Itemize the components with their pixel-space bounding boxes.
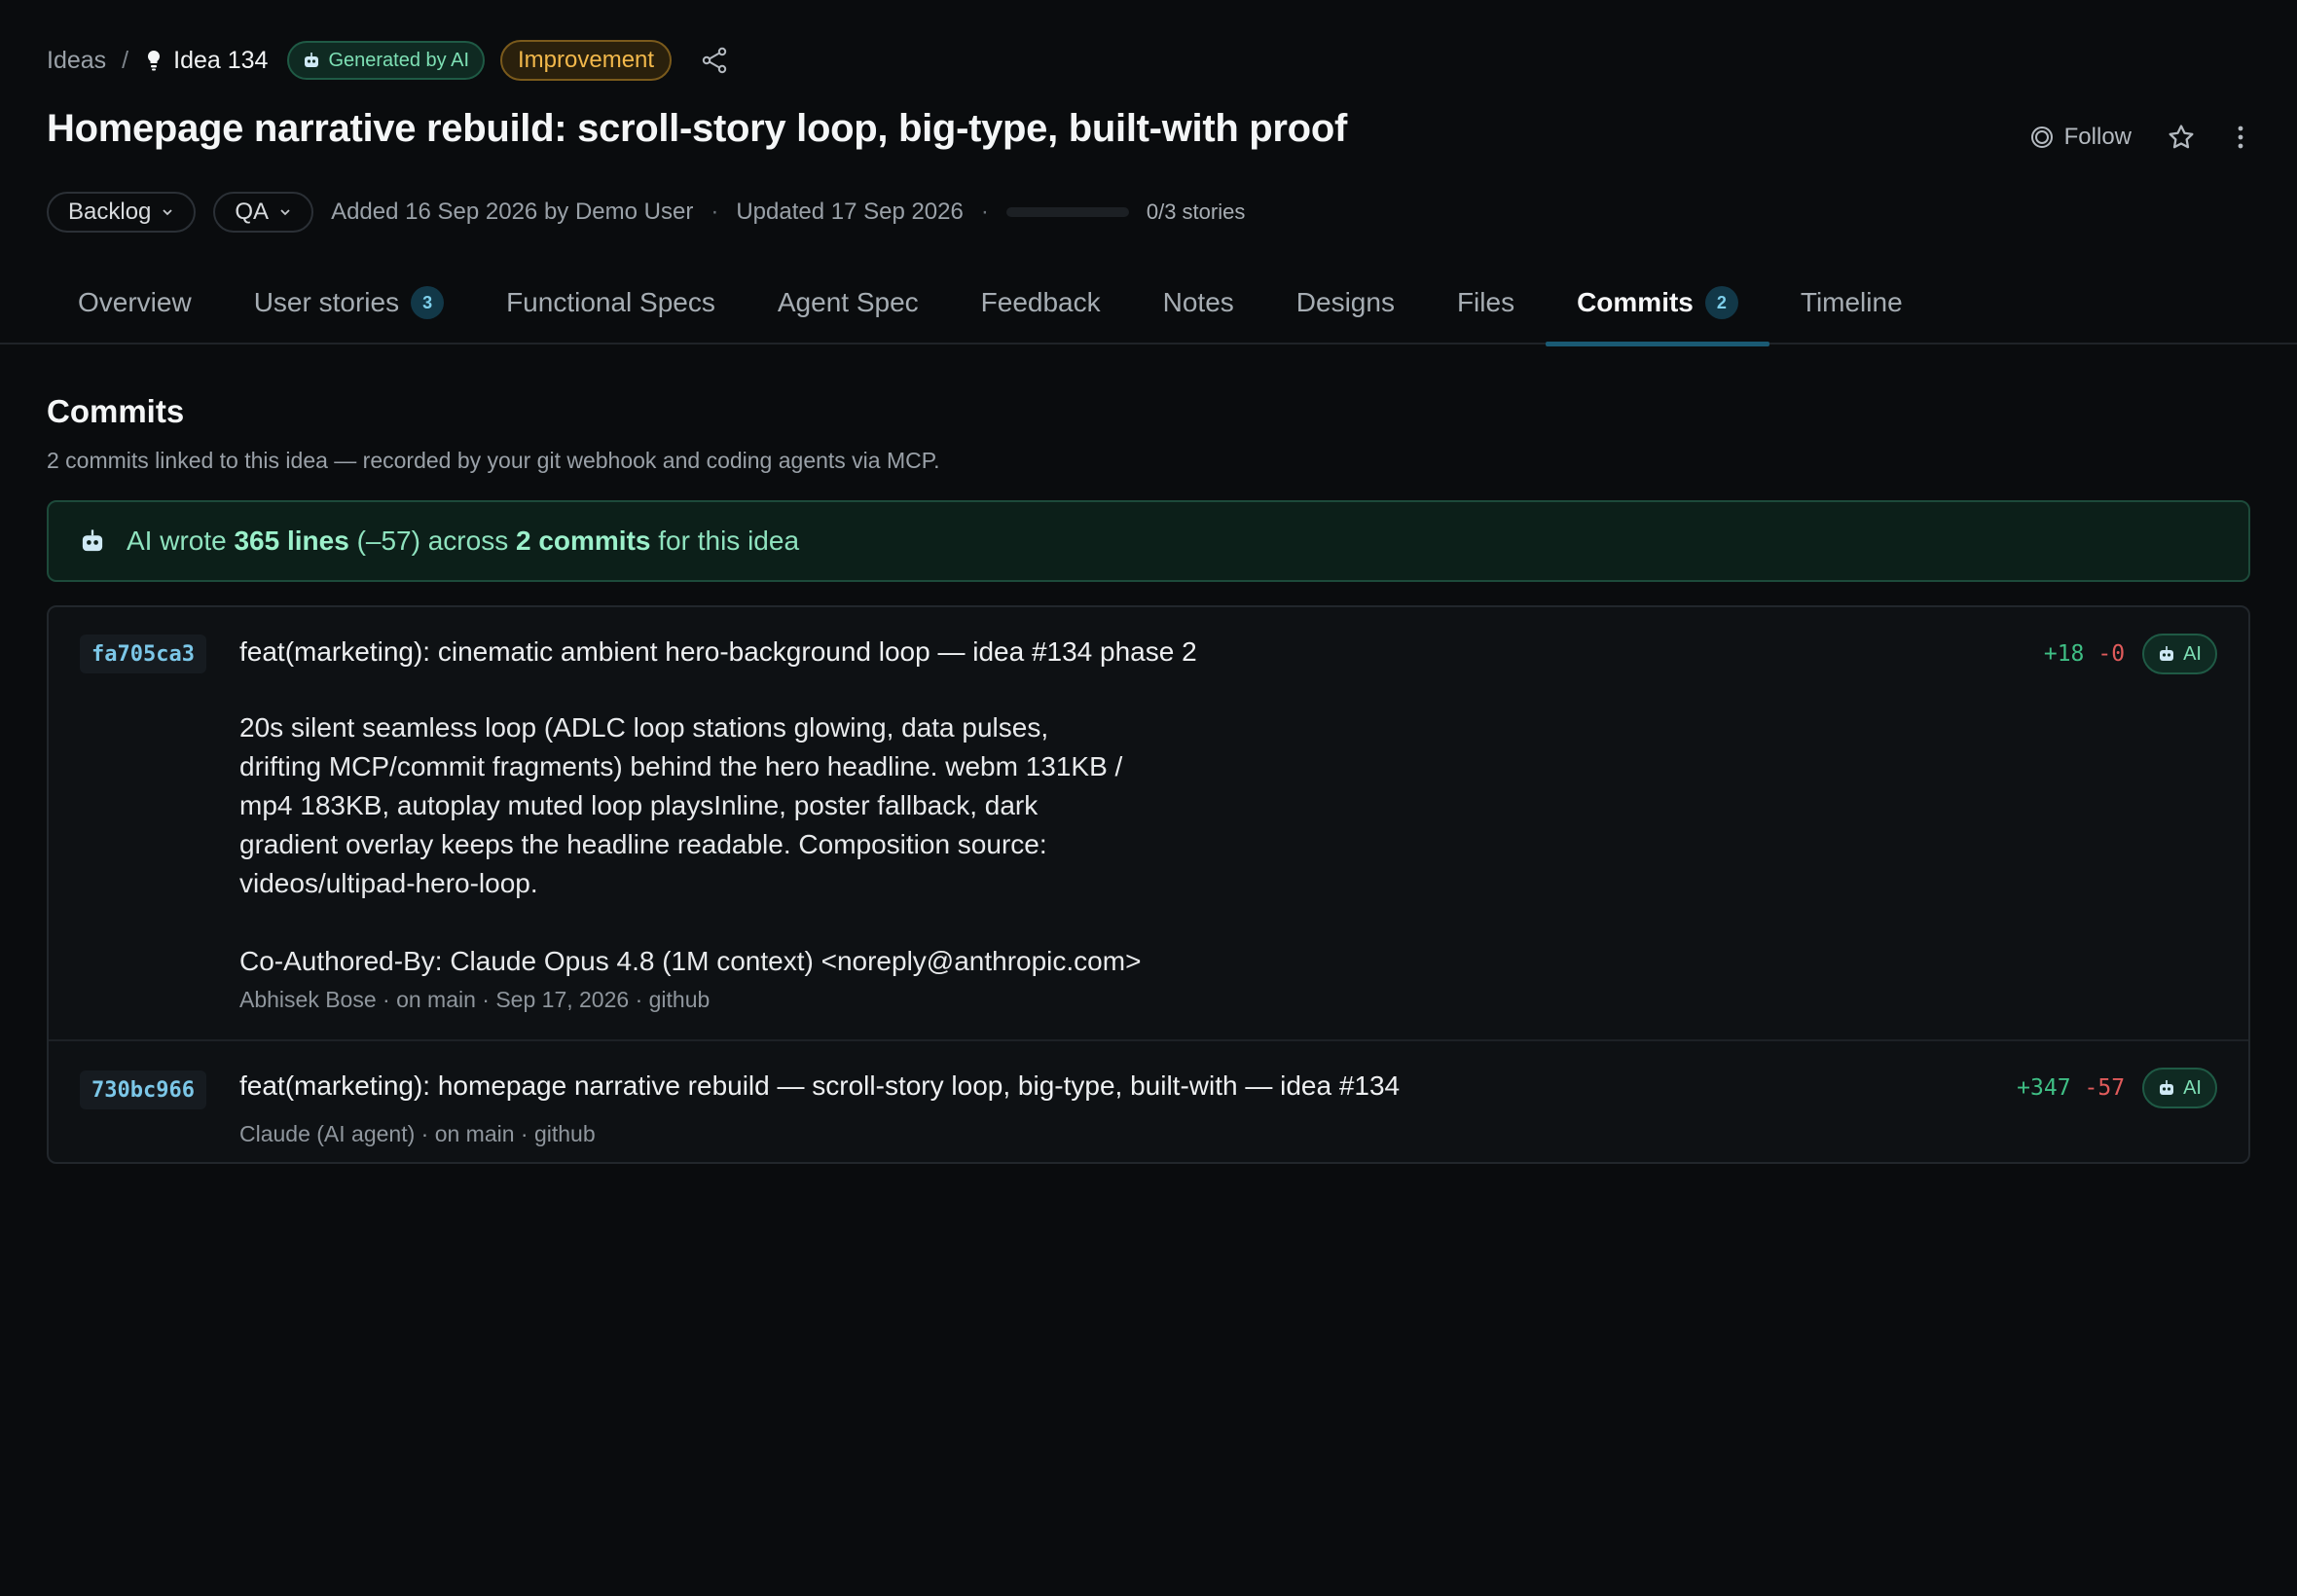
chevron-down-icon xyxy=(280,209,290,216)
commit-stats: +347 -57 AI xyxy=(2017,1067,2217,1109)
idea-meta-row: Backlog QA Added 16 Sep 2026 by Demo Use… xyxy=(47,191,1245,234)
ai-summary-commits: 2 commits xyxy=(515,526,651,556)
ai-commit-badge: AI xyxy=(2142,1068,2217,1108)
commit-byline: Claude (AI agent) · on main · github xyxy=(239,1121,596,1146)
tab-label: Commits xyxy=(1577,287,1694,317)
commit-row[interactable]: fa705ca3 feat(marketing): cinematic ambi… xyxy=(49,607,2248,1041)
status-value: Backlog xyxy=(68,199,152,225)
tab-functional-specs[interactable]: Functional Specs xyxy=(475,261,747,345)
breadcrumb-separator: / xyxy=(122,46,129,74)
generated-by-ai-label: Generated by AI xyxy=(328,49,469,71)
tab-agent-spec[interactable]: Agent Spec xyxy=(747,261,950,345)
tab-label: Feedback xyxy=(980,287,1101,317)
ai-summary-prefix: AI wrote xyxy=(127,526,227,556)
breadcrumb: Ideas / Idea 134 Generated by AI Improve… xyxy=(47,39,730,82)
meta-separator: · xyxy=(711,199,719,225)
commit-deletions: -0 xyxy=(2097,641,2126,667)
commit-body: 20s silent seamless loop (ADLC loop stat… xyxy=(239,712,1142,976)
commit-row[interactable]: 730bc966 feat(marketing): homepage narra… xyxy=(49,1041,2248,1164)
commit-stats: +18 -0 AI xyxy=(2044,633,2217,675)
stage-dropdown[interactable]: QA xyxy=(213,192,314,233)
ai-summary-text: AI wrote 365 lines (–57) across 2 commit… xyxy=(127,526,799,557)
star-icon[interactable] xyxy=(2167,123,2196,152)
commit-message: feat(marketing): cinematic ambient hero-… xyxy=(239,636,1197,667)
ai-summary-lines: 365 lines xyxy=(234,526,349,556)
tab-commits[interactable]: Commits 2 xyxy=(1546,261,1769,346)
tab-timeline[interactable]: Timeline xyxy=(1769,261,1934,345)
tab-count-badge: 2 xyxy=(1704,286,1738,319)
tab-user-stories[interactable]: User stories 3 xyxy=(223,261,475,345)
tab-feedback[interactable]: Feedback xyxy=(950,261,1132,345)
share-icon[interactable] xyxy=(699,45,730,76)
robot-icon xyxy=(2160,1080,2174,1095)
generated-by-ai-badge: Generated by AI xyxy=(287,41,485,80)
breadcrumb-current-label: Idea 134 xyxy=(173,46,269,74)
meta-separator: · xyxy=(980,199,989,225)
follow-label: Follow xyxy=(2063,124,2132,150)
eye-icon xyxy=(2030,127,2053,148)
commit-sha[interactable]: 730bc966 xyxy=(80,1070,206,1109)
tab-label: Notes xyxy=(1162,287,1234,317)
tab-label: Agent Spec xyxy=(777,287,919,317)
tab-overview[interactable]: Overview xyxy=(47,261,223,345)
ai-badge-label: AI xyxy=(2183,642,2202,665)
tab-label: Overview xyxy=(78,287,192,317)
tab-label: Designs xyxy=(1295,287,1395,317)
added-info: Added 16 Sep 2026 by Demo User xyxy=(331,199,694,225)
breadcrumb-ideas-link[interactable]: Ideas xyxy=(47,47,106,75)
tab-notes[interactable]: Notes xyxy=(1132,261,1265,345)
header-actions: Follow xyxy=(2029,115,2250,160)
updated-info: Updated 17 Sep 2026 xyxy=(736,199,964,225)
ai-summary-suffix: for this idea xyxy=(658,526,800,556)
stories-count: 0/3 stories xyxy=(1146,200,1246,224)
commits-list: fa705ca3 feat(marketing): cinematic ambi… xyxy=(47,605,2250,1164)
commit-deletions: -57 xyxy=(2084,1075,2126,1101)
commit-message: feat(marketing): homepage narrative rebu… xyxy=(239,1070,1401,1101)
idea-tabs: Overview User stories 3 Functional Specs … xyxy=(0,261,2297,346)
tab-files[interactable]: Files xyxy=(1426,261,1546,345)
tab-designs[interactable]: Designs xyxy=(1265,261,1426,345)
ai-badge-label: AI xyxy=(2183,1076,2202,1099)
stage-value: QA xyxy=(235,199,270,225)
robot-icon xyxy=(305,53,319,67)
commit-sha[interactable]: fa705ca3 xyxy=(80,635,206,673)
tab-count-badge: 3 xyxy=(411,286,445,319)
stories-progress-bar xyxy=(1005,207,1129,217)
commit-byline: Abhisek Bose · on main · Sep 17, 2026 · … xyxy=(239,987,711,1012)
tab-label: Files xyxy=(1456,287,1515,317)
lightbulb-icon xyxy=(148,50,161,71)
tab-label: Timeline xyxy=(1800,287,1903,317)
ai-summary-banner: AI wrote 365 lines (–57) across 2 commit… xyxy=(47,500,2250,582)
commit-additions: +18 xyxy=(2043,641,2085,667)
breadcrumb-current: Idea 134 xyxy=(144,47,268,75)
tab-label: Functional Specs xyxy=(506,287,715,317)
tab-label: User stories xyxy=(253,287,400,317)
section-subtitle: 2 commits linked to this idea — recorded… xyxy=(47,448,940,473)
chevron-down-icon xyxy=(163,209,173,216)
robot-icon xyxy=(82,529,103,552)
status-dropdown[interactable]: Backlog xyxy=(47,192,197,233)
improvement-badge[interactable]: Improvement xyxy=(500,40,673,81)
more-vertical-icon[interactable] xyxy=(2231,123,2250,152)
follow-button[interactable]: Follow xyxy=(2029,124,2132,151)
page-title: Homepage narrative rebuild: scroll-story… xyxy=(47,107,1347,150)
section-title: Commits xyxy=(47,393,185,429)
ai-summary-removed: (–57) across xyxy=(356,526,509,556)
robot-icon xyxy=(2160,646,2174,661)
commit-additions: +347 xyxy=(2017,1075,2071,1101)
ai-commit-badge: AI xyxy=(2142,634,2217,674)
